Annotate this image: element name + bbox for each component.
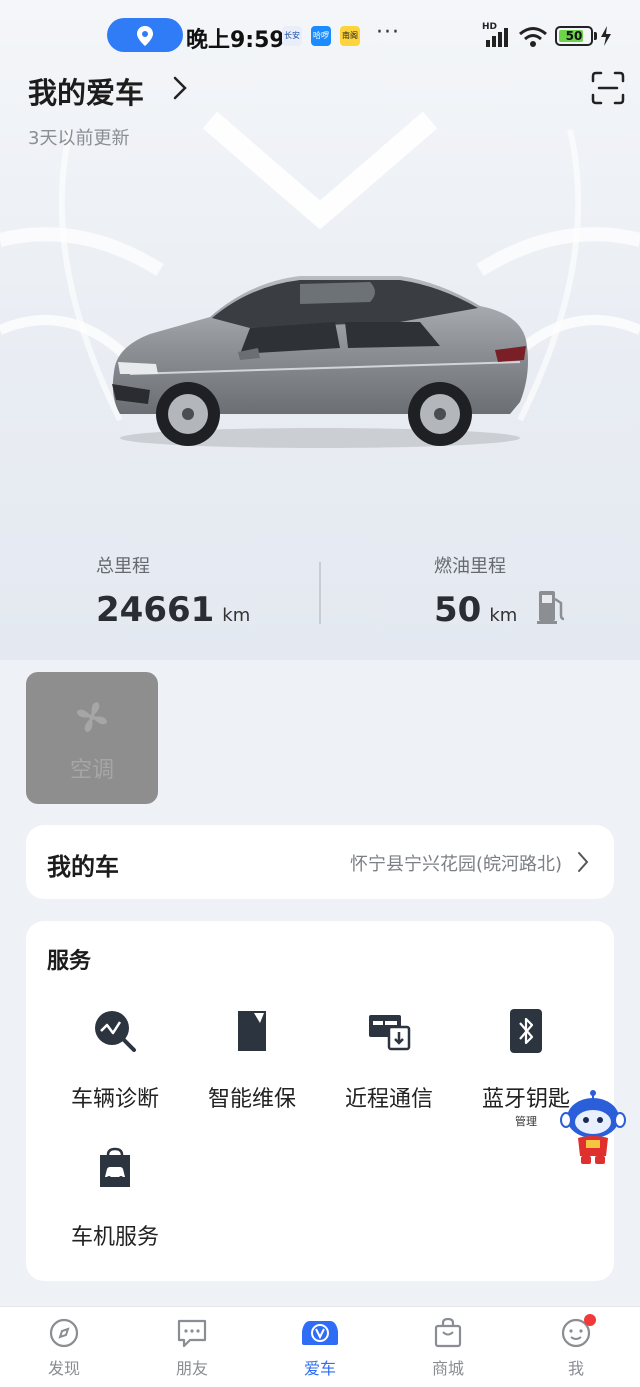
tab-friends[interactable]: 朋友 (152, 1317, 232, 1379)
more-notifications: ··· (376, 20, 400, 45)
tab-label: 我 (567, 1359, 584, 1378)
tab-label: 爱车 (303, 1359, 336, 1378)
ac-label: 空调 (69, 758, 114, 783)
car-location: 怀宁县宁兴花园(皖河路北) (349, 854, 562, 875)
scan-icon[interactable] (590, 70, 626, 106)
status-bar: 晚上9:59 长安 哈啰 南阁 ··· HD 50 (0, 14, 640, 58)
app-badge-hello: 哈啰 (311, 26, 331, 46)
status-time: 晚上9:59 (186, 28, 285, 53)
wifi-icon (519, 27, 547, 47)
car-image (112, 276, 528, 448)
charging-icon (601, 26, 611, 46)
bluetooth-icon (510, 1009, 542, 1053)
service-label: 近程通信 (344, 1087, 433, 1112)
fuel-range: 燃油里程 50 km (434, 552, 517, 630)
services-card: 服务 车辆诊断 智能维保 近程通信 蓝牙钥匙 管理 车机服务 (26, 921, 614, 1281)
services-title: 服务 (47, 949, 92, 974)
bottom-tab-bar: 发现 朋友 爱车 商城 我 (0, 1306, 640, 1387)
fuel-range-value: 50 (434, 590, 482, 630)
total-mileage: 总里程 24661 km (96, 552, 250, 630)
tab-label: 发现 (47, 1359, 80, 1378)
total-mileage-label: 总里程 (96, 556, 150, 577)
tab-my-car[interactable]: 爱车 (280, 1317, 360, 1379)
tab-label: 朋友 (175, 1359, 208, 1378)
tab-discover[interactable]: 发现 (24, 1317, 104, 1379)
total-mileage-unit: km (222, 605, 251, 626)
app-badge-nange: 南阁 (340, 26, 360, 46)
car-service-icon (100, 1147, 130, 1187)
nearfield-icon (369, 1015, 411, 1051)
car-tab-icon (302, 1321, 338, 1345)
app-badge-changan: 长安 (282, 26, 302, 46)
chat-icon (177, 1319, 207, 1348)
total-mileage-value: 24661 (96, 590, 215, 630)
ac-tile[interactable]: 空调 (26, 672, 158, 804)
service-label: 车辆诊断 (70, 1087, 159, 1112)
maintenance-icon (238, 1011, 266, 1051)
page-title[interactable]: 我的爱车 (28, 70, 144, 112)
fuel-range-unit: km (489, 605, 518, 626)
bag-icon (434, 1317, 462, 1348)
fuel-range-label: 燃油里程 (434, 556, 506, 577)
location-indicator[interactable] (107, 18, 183, 52)
notification-dot (584, 1314, 596, 1326)
stat-divider (319, 562, 321, 624)
battery-level: 50 (565, 29, 583, 43)
location-pin-icon (137, 26, 153, 46)
battery-tip (594, 32, 597, 40)
tab-label: 商城 (431, 1359, 464, 1378)
compass-icon (49, 1318, 79, 1348)
signal-icon (486, 28, 508, 47)
fan-icon (76, 701, 108, 733)
service-label: 智能维保 (207, 1087, 296, 1112)
chevron-right-icon (578, 852, 589, 872)
service-label: 车机服务 (70, 1225, 159, 1250)
my-car-card[interactable]: 我的车 怀宁县宁兴花园(皖河路北) (26, 825, 614, 899)
last-updated: 3天以前更新 (28, 128, 130, 149)
diagnosis-icon (95, 1011, 136, 1052)
battery-indicator: 50 (555, 26, 593, 46)
fuel-pump-icon (537, 591, 565, 624)
my-car-title: 我的车 (47, 853, 119, 881)
chevron-right-icon[interactable] (170, 74, 190, 102)
tab-me[interactable]: 我 (536, 1317, 616, 1379)
assistant-mascot[interactable] (560, 1090, 626, 1168)
tab-mall[interactable]: 商城 (408, 1317, 488, 1379)
